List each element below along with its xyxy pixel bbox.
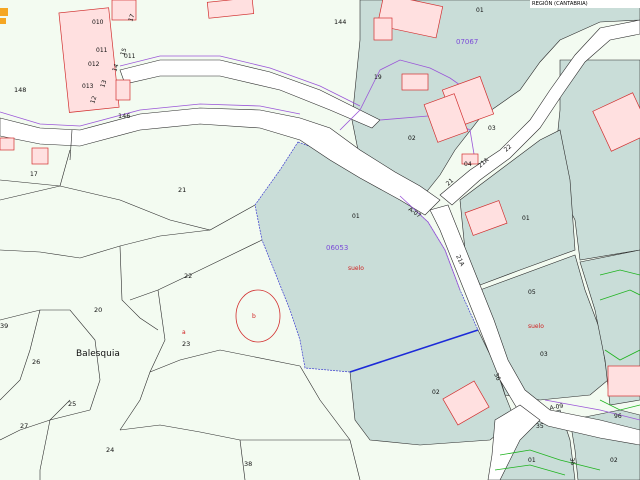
label-148: 148	[14, 86, 26, 94]
label-19: 19	[374, 74, 382, 81]
label-25: 25	[68, 400, 76, 408]
label-20: 20	[94, 306, 102, 314]
parcel-num-03-lower: 03	[540, 351, 548, 358]
parcel-num-04: 04	[464, 161, 472, 168]
parcel-num-03-right: 03	[488, 125, 496, 132]
label-27: 27	[20, 422, 28, 430]
parcel-num-02-lower: 02	[432, 389, 440, 396]
corner-logo-icon	[0, 8, 8, 24]
parcel-num-02-right: 02	[408, 135, 416, 142]
label-24: 24	[106, 446, 114, 454]
parcel-ref-07067: 07067	[456, 38, 478, 46]
label-144: 144	[334, 18, 346, 26]
road-label-35: 35	[536, 423, 544, 430]
region-header: REGIÓN (CANTABRIA)	[530, 0, 640, 8]
place-label-balesquia: Balesquia	[76, 349, 120, 359]
parcel-num-01-right: 01	[522, 215, 530, 222]
road-label-96: 96	[614, 413, 622, 420]
parcel-num-05: 05	[528, 289, 536, 296]
parcel-ref-06053: 06053	[326, 244, 348, 252]
region-label: REGIÓN (CANTABRIA)	[532, 1, 588, 7]
label-39: 39	[0, 322, 8, 330]
map-canvas[interactable]: 144 146 148 010 011 012 013 011 19 17 15…	[0, 0, 640, 480]
red-label-right: suelo	[528, 323, 544, 330]
road-label-36b: 36	[568, 457, 576, 466]
label-010: 010	[92, 19, 104, 26]
label-013: 013	[82, 83, 94, 90]
parcel-num-01-top: 01	[476, 7, 484, 14]
label-012: 012	[88, 61, 100, 68]
label-17b: 17	[30, 171, 38, 178]
label-a: a	[182, 329, 186, 336]
label-011: 011	[96, 47, 108, 54]
cadastral-map[interactable]: 144 146 148 010 011 012 013 011 19 17 15…	[0, 0, 640, 480]
label-146: 146	[118, 112, 130, 120]
red-label-center: suelo	[348, 265, 364, 272]
label-22: 22	[184, 272, 192, 280]
parcel-num-01-bottom: 01	[528, 457, 536, 464]
label-26: 26	[32, 358, 40, 366]
label-b: b	[252, 313, 256, 320]
label-38: 38	[244, 460, 252, 468]
label-23: 23	[182, 340, 190, 348]
parcel-num-01-center: 01	[352, 213, 360, 220]
parcel-num-02-bottom: 02	[610, 457, 618, 464]
label-21: 21	[178, 186, 186, 194]
